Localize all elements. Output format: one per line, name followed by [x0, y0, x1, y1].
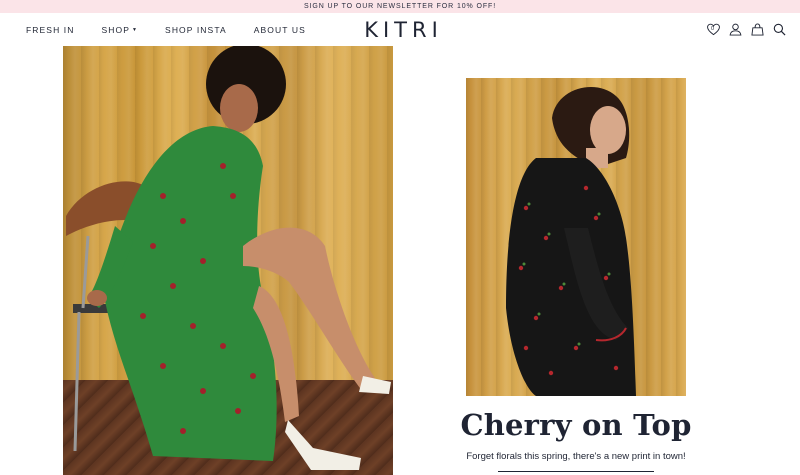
nav-shop-label: SHOP	[101, 24, 130, 35]
hero-image-black-cherry-top[interactable]	[466, 78, 686, 396]
wishlist-count: 0	[710, 25, 715, 32]
account-button[interactable]	[728, 23, 742, 37]
search-icon	[773, 23, 785, 36]
nav-shop-insta[interactable]: SHOP INSTA	[165, 25, 227, 35]
feature-title: Cherry on Top	[460, 408, 692, 442]
newsletter-promo-text: SIGN UP TO OUR NEWSLETTER FOR 10% OFF!	[303, 3, 497, 10]
search-button[interactable]	[772, 23, 786, 37]
site-header: FRESH IN SHOP ▼ SHOP INSTA ABOUT US KITR…	[0, 13, 800, 46]
site-logo[interactable]: KITRI	[357, 16, 445, 43]
feature-subtitle: Forget florals this spring, there's a ne…	[466, 451, 686, 462]
nav-about-us[interactable]: ABOUT US	[254, 25, 306, 35]
model-green-dress-illustration	[66, 46, 391, 470]
hero-image-green-cherry-dress[interactable]	[63, 46, 393, 475]
bag-icon	[750, 23, 764, 36]
nav-shop-insta-label: SHOP INSTA	[165, 24, 227, 35]
newsletter-promo-bar[interactable]: SIGN UP TO OUR NEWSLETTER FOR 10% OFF!	[0, 0, 800, 13]
nav-shop[interactable]: SHOP ▼	[101, 25, 138, 35]
bag-button[interactable]	[750, 23, 764, 37]
main-nav: FRESH IN SHOP ▼ SHOP INSTA ABOUT US	[26, 13, 333, 46]
nav-fresh-in[interactable]: FRESH IN	[26, 25, 74, 35]
nav-fresh-in-label: FRESH IN	[26, 24, 75, 35]
utility-icons: 0	[698, 13, 786, 46]
model-black-top-illustration	[506, 87, 636, 396]
wishlist-button[interactable]: 0	[706, 23, 720, 37]
account-icon	[729, 23, 741, 36]
nav-about-us-label: ABOUT US	[253, 24, 306, 35]
chevron-down-icon: ▼	[131, 26, 139, 33]
feature-cta-underline[interactable]	[498, 471, 654, 472]
